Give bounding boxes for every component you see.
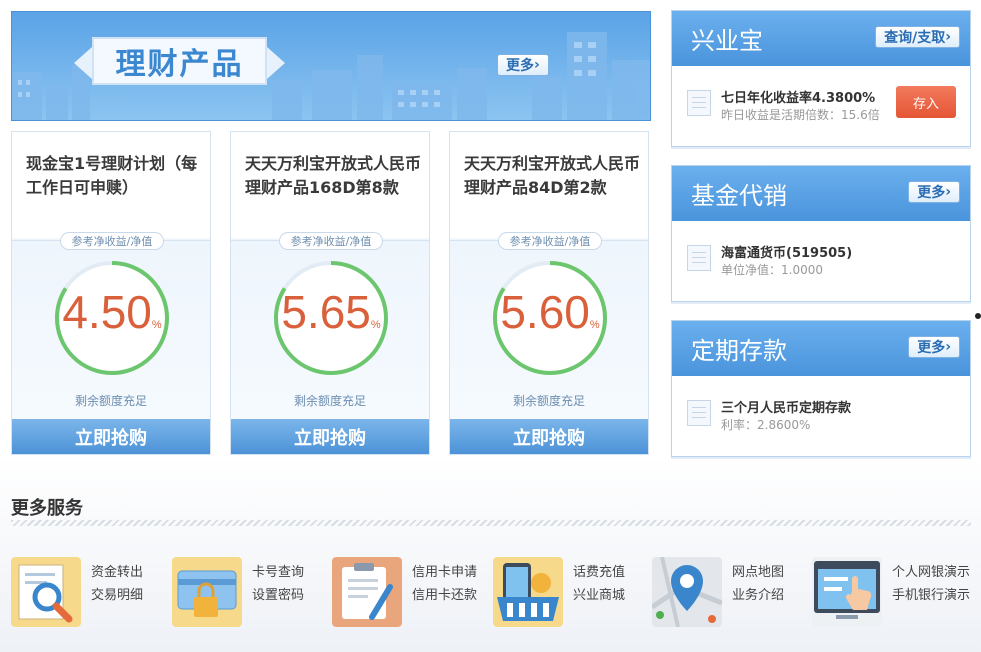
rate-value: 5.65% <box>271 285 391 339</box>
panel-header: 定期存款 更多 › <box>672 321 970 376</box>
service-group-credit: 信用卡申请 信用卡还款 <box>332 557 482 627</box>
screen-hand-icon[interactable] <box>812 557 882 627</box>
chevron-right-icon: › <box>945 184 951 200</box>
panel-body: 三个月人民币定期存款 利率：2.8600% <box>672 376 970 456</box>
yield-rate: 七日年化收益率4.3800% <box>721 91 876 106</box>
transaction-details-link[interactable]: 交易明细 <box>91 584 143 603</box>
product-card-3: 天天万利宝开放式人民币理财产品84D第2款 参考净收益/净值 5.60% 剩余额… <box>449 131 649 455</box>
remaining-quota: 剩余额度充足 <box>74 394 147 408</box>
xingye-mall-link[interactable]: 兴业商城 <box>573 584 625 603</box>
rate-number: 5.60 <box>500 286 590 338</box>
button-label: 更多 <box>917 340 946 356</box>
deposit-button[interactable]: 存入 <box>896 86 956 118</box>
product-title[interactable]: 天天万利宝开放式人民币理财产品84D第2款 <box>464 152 640 200</box>
product-title[interactable]: 天天万利宝开放式人民币理财产品168D第8款 <box>245 152 421 200</box>
button-label: 查询/支取 <box>884 30 946 46</box>
card-number-query-link[interactable]: 卡号查询 <box>252 561 304 580</box>
chevron-right-icon: › <box>945 29 951 45</box>
panel-header: 兴业宝 查询/支取 › <box>672 11 970 66</box>
banner-title: 理财产品 <box>74 37 285 85</box>
chevron-right-icon: › <box>534 57 540 73</box>
query-withdraw-button[interactable]: 查询/支取 › <box>875 26 960 48</box>
remaining-quota: 剩余额度充足 <box>512 394 585 408</box>
panel-title: 基金代销 <box>691 182 787 210</box>
transfer-out-link[interactable]: 资金转出 <box>91 561 143 580</box>
panel-title: 定期存款 <box>691 337 787 365</box>
time-deposit-panel: 定期存款 更多 › 三个月人民币定期存款 利率：2.8600% <box>671 320 971 457</box>
fund-panel: 基金代销 更多 › 海富通货币(519505) 单位净值：1.0000 <box>671 165 971 302</box>
document-icon <box>687 245 711 271</box>
rate-unit: % <box>151 319 162 331</box>
rate-unit: % <box>589 319 600 331</box>
yield-multiple: 昨日收益是活期倍数：15.6倍 <box>721 108 880 122</box>
branch-map-link[interactable]: 网点地图 <box>732 561 784 580</box>
buy-now-button[interactable]: 立即抢购 <box>231 419 429 454</box>
panel-title: 兴业宝 <box>691 27 763 55</box>
reference-label: 参考净收益/净值 <box>498 232 602 250</box>
document-icon <box>687 90 711 116</box>
credit-card-repay-link[interactable]: 信用卡还款 <box>412 584 477 603</box>
online-banking-demo-link[interactable]: 个人网银演示 <box>892 561 970 580</box>
service-group-transfer: 资金转出 交易明细 <box>11 557 161 627</box>
document-icon <box>687 400 711 426</box>
service-group-mall: 话费充值 兴业商城 <box>493 557 643 627</box>
buy-now-button[interactable]: 立即抢购 <box>450 419 648 454</box>
magnifier-document-icon[interactable] <box>11 557 81 627</box>
button-label: 更多 <box>917 185 946 201</box>
phone-basket-icon[interactable] <box>493 557 563 627</box>
product-card-2: 天天万利宝开放式人民币理财产品168D第8款 参考净收益/净值 5.65% 剩余… <box>230 131 430 455</box>
scroll-dot <box>975 313 981 319</box>
rate-number: 5.65 <box>281 286 371 338</box>
fund-nav: 单位净值：1.0000 <box>721 263 823 277</box>
service-group-card: 卡号查询 设置密码 <box>172 557 322 627</box>
service-group-demo: 个人网银演示 手机银行演示 <box>812 557 970 627</box>
mobile-banking-demo-link[interactable]: 手机银行演示 <box>892 584 970 603</box>
deposit-rate: 利率：2.8600% <box>721 418 811 432</box>
deposit-more-button[interactable]: 更多 › <box>908 336 960 358</box>
card-lock-icon[interactable] <box>172 557 242 627</box>
fund-name[interactable]: 海富通货币(519505) <box>721 242 852 261</box>
reference-label: 参考净收益/净值 <box>279 232 383 250</box>
set-password-link[interactable]: 设置密码 <box>252 584 304 603</box>
panel-body: 七日年化收益率4.3800% 昨日收益是活期倍数：15.6倍 存入 <box>672 66 970 146</box>
rate-value: 5.60% <box>490 285 610 339</box>
products-banner: 理财产品 更多 › <box>11 11 651 121</box>
fund-more-button[interactable]: 更多 › <box>908 181 960 203</box>
remaining-quota: 剩余额度充足 <box>293 394 366 408</box>
product-title[interactable]: 现金宝1号理财计划（每工作日可申赎） <box>26 152 202 200</box>
panel-body: 海富通货币(519505) 单位净值：1.0000 <box>672 221 970 301</box>
chevron-right-icon: › <box>945 339 951 355</box>
phone-recharge-link[interactable]: 话费充值 <box>573 561 625 580</box>
more-services-title: 更多服务 <box>11 498 83 519</box>
panel-header: 基金代销 更多 › <box>672 166 970 221</box>
products-more-button[interactable]: 更多 › <box>497 54 549 76</box>
buy-now-button[interactable]: 立即抢购 <box>12 419 210 454</box>
product-card-1: 现金宝1号理财计划（每工作日可申赎） 参考净收益/净值 4.50% 剩余额度充足… <box>11 131 211 455</box>
clipboard-pen-icon[interactable] <box>332 557 402 627</box>
rate-number: 4.50 <box>62 286 152 338</box>
xingyebao-panel: 兴业宝 查询/支取 › 七日年化收益率4.3800% 昨日收益是活期倍数：15.… <box>671 10 971 147</box>
more-label: 更多 <box>506 58 534 74</box>
reference-label: 参考净收益/净值 <box>60 232 164 250</box>
credit-card-apply-link[interactable]: 信用卡申请 <box>412 561 477 580</box>
deposit-name[interactable]: 三个月人民币定期存款 <box>721 397 851 416</box>
rate-value: 4.50% <box>52 285 172 339</box>
section-divider <box>11 520 971 526</box>
business-intro-link[interactable]: 业务介绍 <box>732 584 784 603</box>
map-pin-icon[interactable] <box>652 557 722 627</box>
service-group-branch: 网点地图 业务介绍 <box>652 557 802 627</box>
rate-unit: % <box>370 319 381 331</box>
